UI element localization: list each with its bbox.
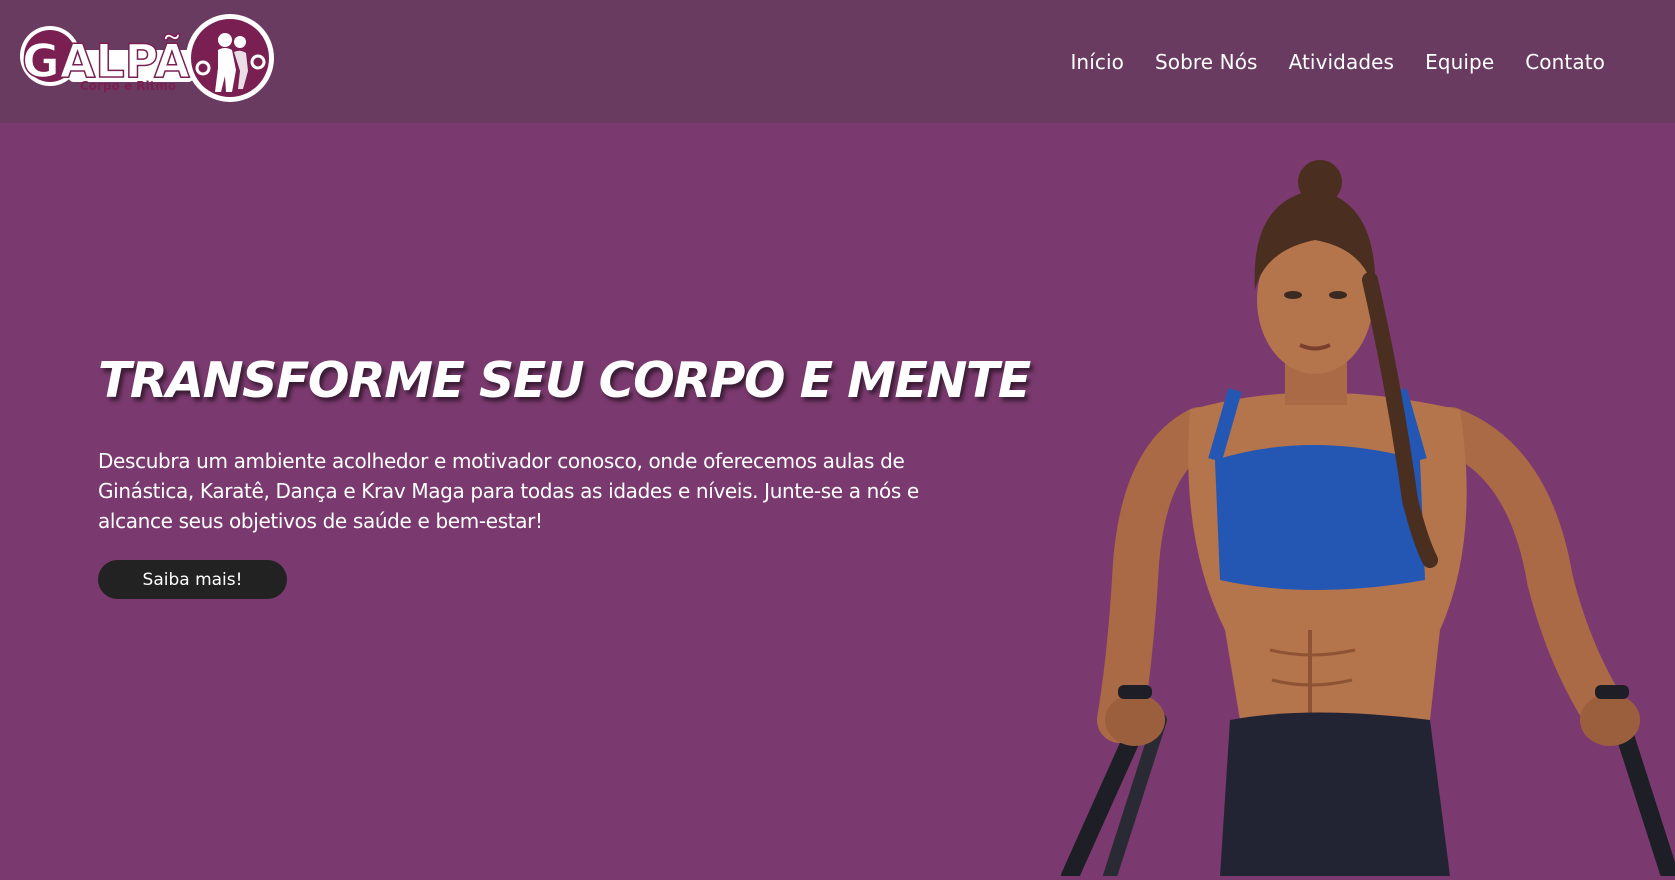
- navbar: GALPÃO Corpo e Ritmo Início Sobre Nós At…: [0, 0, 1675, 123]
- logo-subtitle: Corpo e Ritmo: [80, 79, 176, 93]
- nav-equipe[interactable]: Equipe: [1425, 46, 1494, 78]
- nav-sobre-nos[interactable]: Sobre Nós: [1155, 46, 1258, 78]
- nav-inicio[interactable]: Início: [1070, 46, 1124, 78]
- hero-description: Descubra um ambiente acolhedor e motivad…: [98, 449, 919, 533]
- main-nav: Início Sobre Nós Atividades Equipe Conta…: [1070, 46, 1605, 78]
- site-logo[interactable]: GALPÃO Corpo e Ritmo: [20, 12, 275, 108]
- saiba-mais-button[interactable]: Saiba mais!: [98, 560, 287, 599]
- hero-title: TRANSFORME SEU CORPO E MENTE: [98, 352, 1031, 409]
- nav-contato[interactable]: Contato: [1525, 46, 1605, 78]
- nav-atividades[interactable]: Atividades: [1289, 46, 1395, 78]
- athlete-photo: [1010, 160, 1675, 880]
- logo-emblem-icon: GALPÃO Corpo e Ritmo: [20, 14, 274, 102]
